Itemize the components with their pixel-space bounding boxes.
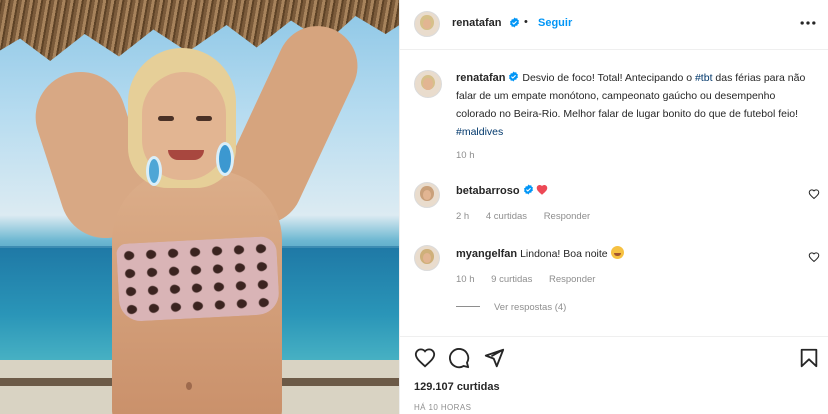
- eye: [196, 116, 212, 121]
- commenter-avatar[interactable]: [414, 245, 440, 271]
- comment-username[interactable]: myangelfan: [456, 248, 517, 260]
- author-username[interactable]: renatafan: [452, 17, 502, 29]
- eye: [158, 116, 174, 121]
- comment-meta: 2 h 4 curtidas Responder: [456, 211, 604, 222]
- comment-icon[interactable]: [448, 347, 470, 369]
- comment-body: betabarroso: [456, 184, 548, 198]
- comment-text: Lindona! Boa noite: [520, 248, 608, 260]
- post-header: renatafan • Seguir: [400, 0, 828, 50]
- comment-time[interactable]: 10 h: [456, 274, 475, 285]
- navel: [186, 382, 192, 390]
- verified-badge-icon: [523, 184, 533, 195]
- share-icon[interactable]: [483, 347, 505, 369]
- commenter-avatar[interactable]: [414, 182, 440, 208]
- blowing-kiss-emoji-icon: [610, 246, 624, 259]
- earring: [216, 142, 234, 176]
- post-viewer: renatafan • Seguir renatafan Desvio de f…: [0, 0, 828, 414]
- separator-dot: •: [524, 16, 528, 28]
- reply-button[interactable]: Responder: [544, 211, 590, 222]
- likes-count[interactable]: 129.107 curtidas: [414, 381, 500, 393]
- caption-username[interactable]: renatafan: [456, 72, 506, 84]
- post-time-ago[interactable]: HÁ 10 HORAS: [414, 403, 471, 412]
- caption-text-start: Desvio de foco! Total! Antecipando o: [522, 72, 695, 84]
- replies-divider: [456, 306, 480, 307]
- red-heart-emoji-icon: [537, 185, 548, 195]
- heart-icon[interactable]: [414, 347, 436, 369]
- post-photo[interactable]: [0, 0, 399, 414]
- post-caption: renatafan Desvio de foco! Total! Antecip…: [456, 69, 816, 141]
- post-side-panel: renatafan • Seguir renatafan Desvio de f…: [399, 0, 828, 414]
- comment-body: myangelfan Lindona! Boa noite: [456, 246, 624, 261]
- comment-time[interactable]: 2 h: [456, 211, 469, 222]
- comment-likes[interactable]: 4 curtidas: [486, 211, 527, 222]
- comment-likes[interactable]: 9 curtidas: [491, 274, 532, 285]
- hashtag-link[interactable]: #maldives: [456, 126, 503, 138]
- action-bar: [400, 336, 828, 376]
- leopard-bikini-top: [116, 235, 280, 323]
- follow-button[interactable]: Seguir: [538, 17, 572, 29]
- hashtag-link[interactable]: #tbt: [695, 72, 713, 84]
- bookmark-icon[interactable]: [798, 347, 820, 369]
- comment-like-heart-icon[interactable]: [808, 251, 820, 263]
- view-replies-button[interactable]: Ver respostas (4): [456, 302, 566, 313]
- comment-username[interactable]: betabarroso: [456, 185, 520, 197]
- reply-button[interactable]: Responder: [549, 274, 595, 285]
- comment-like-heart-icon[interactable]: [808, 188, 820, 200]
- person-figure: [0, 0, 399, 414]
- caption-timestamp[interactable]: 10 h: [456, 150, 475, 161]
- verified-badge-icon: [509, 17, 520, 28]
- author-avatar[interactable]: [414, 11, 440, 37]
- earring: [146, 156, 162, 186]
- smile: [168, 150, 204, 160]
- comment-meta: 10 h 9 curtidas Responder: [456, 274, 609, 285]
- caption-author-avatar[interactable]: [414, 70, 442, 98]
- more-options-icon[interactable]: [798, 15, 818, 31]
- verified-badge-icon: [509, 71, 519, 82]
- view-replies-label: Ver respostas (4): [494, 302, 567, 313]
